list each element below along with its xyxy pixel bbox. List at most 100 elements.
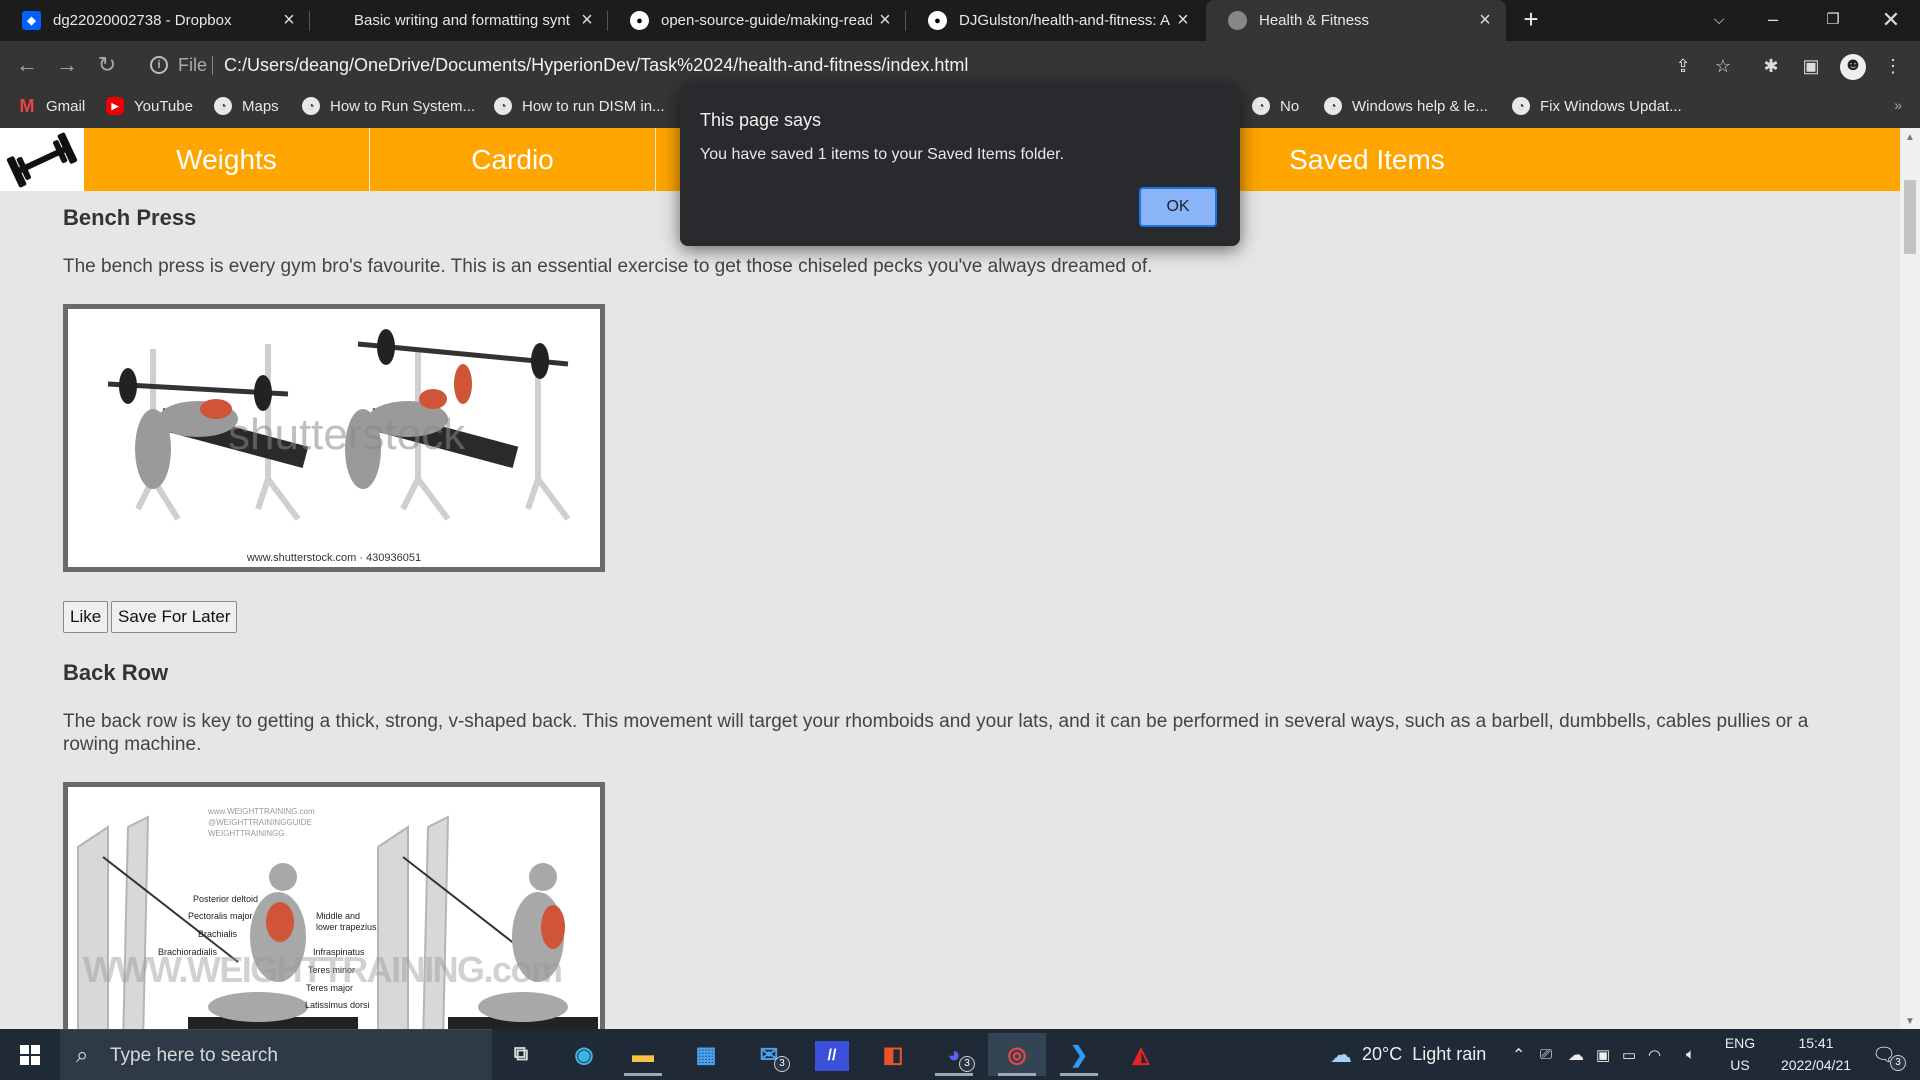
acrobat-icon[interactable]: ◭ [1112,1033,1170,1076]
ok-button[interactable]: OK [1139,187,1217,227]
save-for-later-button[interactable]: Save For Later [111,601,238,633]
bench-press-image: shutterstock www.shutterstock.com · 4309… [63,304,605,572]
info-icon[interactable]: i [150,56,168,74]
image-caption: www.shutterstock.com · 430936051 [246,552,421,564]
image-watermark: shutterstock [228,410,466,459]
bookmark-maps[interactable]: ◔ Maps [214,89,279,123]
dropbox-icon: ◆ [22,11,41,30]
design-app-icon[interactable]: // [815,1041,849,1071]
image-header-social: WEIGHTTRAININGG [208,829,284,838]
bookmark-label: How to run DISM in... [522,97,665,115]
bookmark-star-icon[interactable]: ☆ [1712,56,1734,78]
address-bar-row: ← → ↻ i File C:/Users/deang/OneDrive/Doc… [0,41,1920,89]
bookmark-no[interactable]: ◔ No [1252,89,1299,123]
muscle-label: lower trapezius [316,922,377,932]
close-icon[interactable]: × [1170,9,1196,32]
reload-button[interactable]: ↻ [94,53,120,79]
file-explorer-icon[interactable]: ▬ [614,1033,672,1076]
share-icon[interactable]: ⇪ [1672,56,1694,78]
mail-icon[interactable]: ✉ 3 [740,1033,798,1076]
meet-now-icon[interactable]: ⎚ [1540,1029,1552,1080]
new-tab-button[interactable]: + [1516,0,1546,41]
office-icon[interactable]: ◧ [864,1033,922,1076]
restore-button[interactable]: ❐ [1810,0,1856,41]
globe-icon: ◔ [1324,97,1342,115]
scroll-down-arrow-icon[interactable]: ▼ [1900,1016,1920,1027]
menu-kebab-icon[interactable]: ⋮ [1882,56,1904,78]
bookmark-label: Windows help & le... [1352,97,1488,115]
close-icon[interactable]: × [574,9,600,32]
window-close-button[interactable]: ✕ [1868,0,1914,41]
url-text[interactable]: C:/Users/deang/OneDrive/Documents/Hyperi… [224,55,968,76]
scroll-thumb[interactable] [1904,180,1916,254]
chrome-icon[interactable]: ◎ [988,1033,1046,1076]
tab-search-chevron-icon[interactable]: ⌵ [1696,0,1742,41]
device-icon[interactable]: ▣ [1596,1029,1610,1080]
tab-dropbox[interactable]: ◆ dg22020002738 - Dropbox × [0,0,310,41]
region-indicator[interactable]: US [1712,1057,1768,1073]
exercise-title-back-row: Back Row [63,660,169,685]
globe-icon: ◔ [494,97,512,115]
search-icon: ⌕ [76,1042,89,1067]
tab-health-fitness-active[interactable]: Health & Fitness × [1206,0,1506,41]
dumbbell-logo-icon[interactable] [0,128,84,191]
clock-time[interactable]: 15:41 [1768,1035,1864,1051]
battery-icon[interactable]: ▭ [1622,1029,1636,1080]
vscode-icon[interactable]: ❯ [1050,1033,1108,1076]
tab-title: Basic writing and formatting synt [354,12,570,29]
weather-widget[interactable]: ☁ 20°C Light rain [1330,1029,1486,1080]
bookmark-windows-help[interactable]: ◔ Windows help & le... [1324,89,1488,123]
extensions-icon[interactable]: ✱ [1760,56,1782,78]
nav-cardio[interactable]: Cardio [370,128,656,191]
exercise-title-bench-press: Bench Press [63,205,197,230]
tab-health-and-fitness-repo[interactable]: ● DJGulston/health-and-fitness: A × [906,0,1204,41]
close-icon[interactable]: × [276,9,302,32]
minimize-button[interactable]: – [1750,0,1796,41]
side-panel-icon[interactable]: ▣ [1800,56,1822,78]
divider [212,56,213,75]
mail-badge: 3 [774,1056,790,1072]
bookmark-youtube[interactable]: ▶ YouTube [106,89,193,123]
page-scrollbar[interactable]: ▲ ▼ [1900,128,1920,1029]
taskbar-search-box[interactable]: ⌕ Type here to search [60,1029,492,1080]
like-button[interactable]: Like [63,601,109,633]
onedrive-cloud-icon[interactable]: ☁ [1568,1029,1584,1080]
notification-center-icon[interactable]: 🗨︎ 3 [1872,1029,1906,1080]
edge-icon[interactable]: ◉ [555,1033,613,1076]
close-icon[interactable]: × [872,9,898,32]
show-hidden-icons-chevron-icon[interactable]: ⌃ [1512,1029,1525,1080]
address-bar[interactable]: i File C:/Users/deang/OneDrive/Documents… [136,47,1756,83]
back-button[interactable]: ← [14,53,40,79]
cloud-rain-icon: ☁ [1330,1041,1352,1067]
start-button[interactable] [0,1029,60,1080]
language-indicator[interactable]: ENG [1712,1035,1768,1051]
image-header-handle: @WEIGHTTRAININGGUIDE [208,818,312,827]
task-view-icon[interactable]: ⧉ [492,1033,550,1076]
nav-saved-items[interactable]: Saved Items [1224,128,1510,191]
tab-open-source-guide[interactable]: ● open-source-guide/making-read × [608,0,906,41]
github-icon: ● [630,11,649,30]
globe-icon: ◔ [1512,97,1530,115]
bookmark-gmail[interactable]: M Gmail [18,89,86,123]
bookmark-run-system[interactable]: ◔ How to Run System... [302,89,475,123]
volume-icon[interactable]: 🔈︎ [1686,1029,1695,1080]
wifi-icon[interactable]: ◠ [1648,1029,1661,1080]
close-icon[interactable]: × [1472,9,1498,32]
tab-basic-writing[interactable]: Basic writing and formatting synt × [310,0,608,41]
nav-weights[interactable]: Weights [84,128,370,191]
scroll-up-arrow-icon[interactable]: ▲ [1900,132,1920,143]
dialog-message: You have saved 1 items to your Saved Ite… [700,146,1065,163]
page-viewport: Weights Cardio Saved Items Bench Press T… [0,128,1900,1029]
more-bookmarks-chevron-icon[interactable]: » [1894,97,1902,113]
forward-button[interactable]: → [54,53,80,79]
bookmark-fix-windows-update[interactable]: ◔ Fix Windows Updat... [1512,89,1682,123]
search-placeholder: Type here to search [110,1045,278,1066]
discord-icon[interactable]: ◕ 3 [925,1033,983,1076]
globe-icon: ◔ [302,97,320,115]
clock-date[interactable]: 2022/04/21 [1768,1057,1864,1073]
bookmark-dism[interactable]: ◔ How to run DISM in... [494,89,665,123]
profile-avatar[interactable]: ☻ [1840,54,1866,80]
bookmark-label: No [1280,97,1300,115]
globe-icon: ◔ [1252,97,1270,115]
microsoft-store-icon[interactable]: ▦ [677,1033,735,1076]
